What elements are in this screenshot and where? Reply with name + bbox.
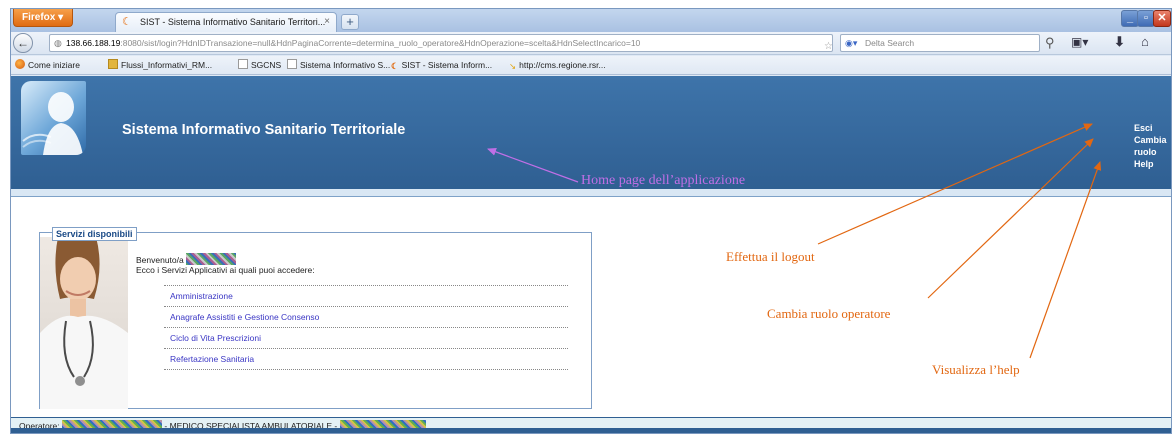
download-icon[interactable]: ⬇ — [1114, 34, 1125, 50]
title-bar: Firefox ▾ ☾ SIST - Sistema Informativo S… — [11, 9, 1171, 32]
bookmark-star-icon[interactable]: ☆ — [824, 39, 832, 51]
search-engine-icon[interactable]: ◉▾ — [845, 35, 857, 51]
bookmark-item[interactable]: ↘ http://cms.regione.rsr... — [509, 56, 606, 76]
footer-band — [11, 428, 1171, 433]
page-icon — [287, 59, 297, 69]
list-divider — [164, 369, 568, 370]
page-icon — [238, 59, 248, 69]
bookmark-label: Come iniziare — [28, 60, 80, 70]
annotation-logout: Effettua il logout — [726, 249, 815, 264]
annotation-change-role: Cambia ruolo operatore — [767, 306, 891, 321]
site-identity-icon[interactable]: ◍ — [54, 35, 62, 51]
back-button[interactable]: ← — [13, 33, 33, 53]
change-role-link[interactable]: Cambia ruolo — [1134, 134, 1171, 158]
bookmark-item[interactable]: SGCNS — [238, 56, 281, 75]
bookmark-label: Sistema Informativo S... — [300, 60, 391, 70]
bookmark-label: SIST - Sistema Inform... — [401, 60, 493, 70]
welcome-label: Benvenuto/a — [136, 255, 184, 265]
folder-icon — [108, 59, 118, 69]
header-divider — [11, 189, 1171, 197]
bookmark-item[interactable]: ☾ SIST - Sistema Inform... — [391, 56, 492, 76]
annotation-home: Home page dell’applicazione — [581, 173, 746, 188]
search-bar[interactable]: ◉▾ Delta Search — [840, 34, 1040, 52]
logout-link[interactable]: Esci — [1134, 122, 1171, 134]
firefox-icon — [15, 59, 25, 69]
tab-title: SIST - Sistema Informativo Sanitario Ter… — [140, 17, 326, 27]
bookmark-item[interactable]: Come iniziare — [15, 56, 80, 75]
link-icon: ↘ — [509, 61, 517, 71]
doctor-image — [40, 237, 128, 409]
search-placeholder: Delta Search — [865, 38, 915, 48]
navigation-bar: ← ◍ 138.66.188.19:8080/sist/login?HdnIDT… — [11, 32, 1171, 55]
url-path: :8080/sist/login?HdnIDTransazione=null&H… — [120, 38, 641, 48]
bookmark-item[interactable]: Sistema Informativo S... — [287, 56, 390, 75]
service-link-anagrafe[interactable]: Anagrafe Assistiti e Gestione Consenso — [164, 306, 568, 327]
services-subtitle: Ecco i Servizi Applicativi ai quali puoi… — [136, 265, 315, 275]
sist-favicon-icon: ☾ — [122, 16, 132, 28]
services-panel-title: Servizi disponibili — [52, 227, 137, 241]
tab-close-icon[interactable]: × — [324, 13, 330, 31]
service-link-refertazione[interactable]: Refertazione Sanitaria — [164, 348, 568, 369]
service-link-ciclo-prescrizioni[interactable]: Ciclo di Vita Prescrizioni — [164, 327, 568, 348]
bookmarks-toolbar: Come iniziare Flussi_Informativi_RM... S… — [11, 56, 1171, 75]
firefox-menu-button[interactable]: Firefox ▾ — [13, 9, 73, 27]
service-link-amministrazione[interactable]: Amministrazione — [164, 285, 568, 306]
page-title: Sistema Informativo Sanitario Territoria… — [122, 122, 406, 138]
close-window-button[interactable]: ✕ — [1153, 10, 1171, 27]
bookmark-item[interactable]: Flussi_Informativi_RM... — [108, 56, 212, 75]
app-logo — [21, 81, 86, 155]
bookmark-label: SGCNS — [251, 60, 282, 70]
url-host: 138.66.188.19 — [66, 38, 121, 48]
page-content: Sistema Informativo Sanitario Territoria… — [11, 76, 1171, 433]
header-links: Esci Cambia ruolo Help — [1134, 122, 1171, 170]
tab-sist[interactable]: ☾ SIST - Sistema Informativo Sanitario T… — [115, 12, 337, 32]
services-list: Amministrazione Anagrafe Assistiti e Ges… — [164, 285, 568, 370]
services-panel: Servizi disponibili Benvenuto/a Ecco i S… — [39, 227, 592, 409]
help-link[interactable]: Help — [1134, 158, 1171, 170]
search-icon[interactable]: ⚲ — [1045, 35, 1055, 51]
welcome-text: Benvenuto/a — [136, 253, 237, 265]
bookmark-label: Flussi_Informativi_RM... — [121, 60, 213, 70]
url-bar[interactable]: ◍ 138.66.188.19:8080/sist/login?HdnIDTra… — [49, 34, 833, 52]
annotation-help: Visualizza l’help — [932, 362, 1020, 377]
user-name-redacted — [186, 253, 237, 265]
new-tab-button[interactable]: + — [341, 14, 359, 30]
bookmark-label: http://cms.regione.rsr... — [519, 60, 606, 70]
sist-icon: ☾ — [391, 61, 399, 71]
profile-silhouette-icon — [22, 92, 83, 155]
doctor-illustration — [40, 237, 128, 409]
home-icon[interactable]: ⌂ — [1141, 34, 1149, 49]
firefox-menu-label: Firefox — [22, 12, 56, 23]
bookmarks-menu-icon[interactable]: ▣▾ — [1071, 35, 1088, 49]
